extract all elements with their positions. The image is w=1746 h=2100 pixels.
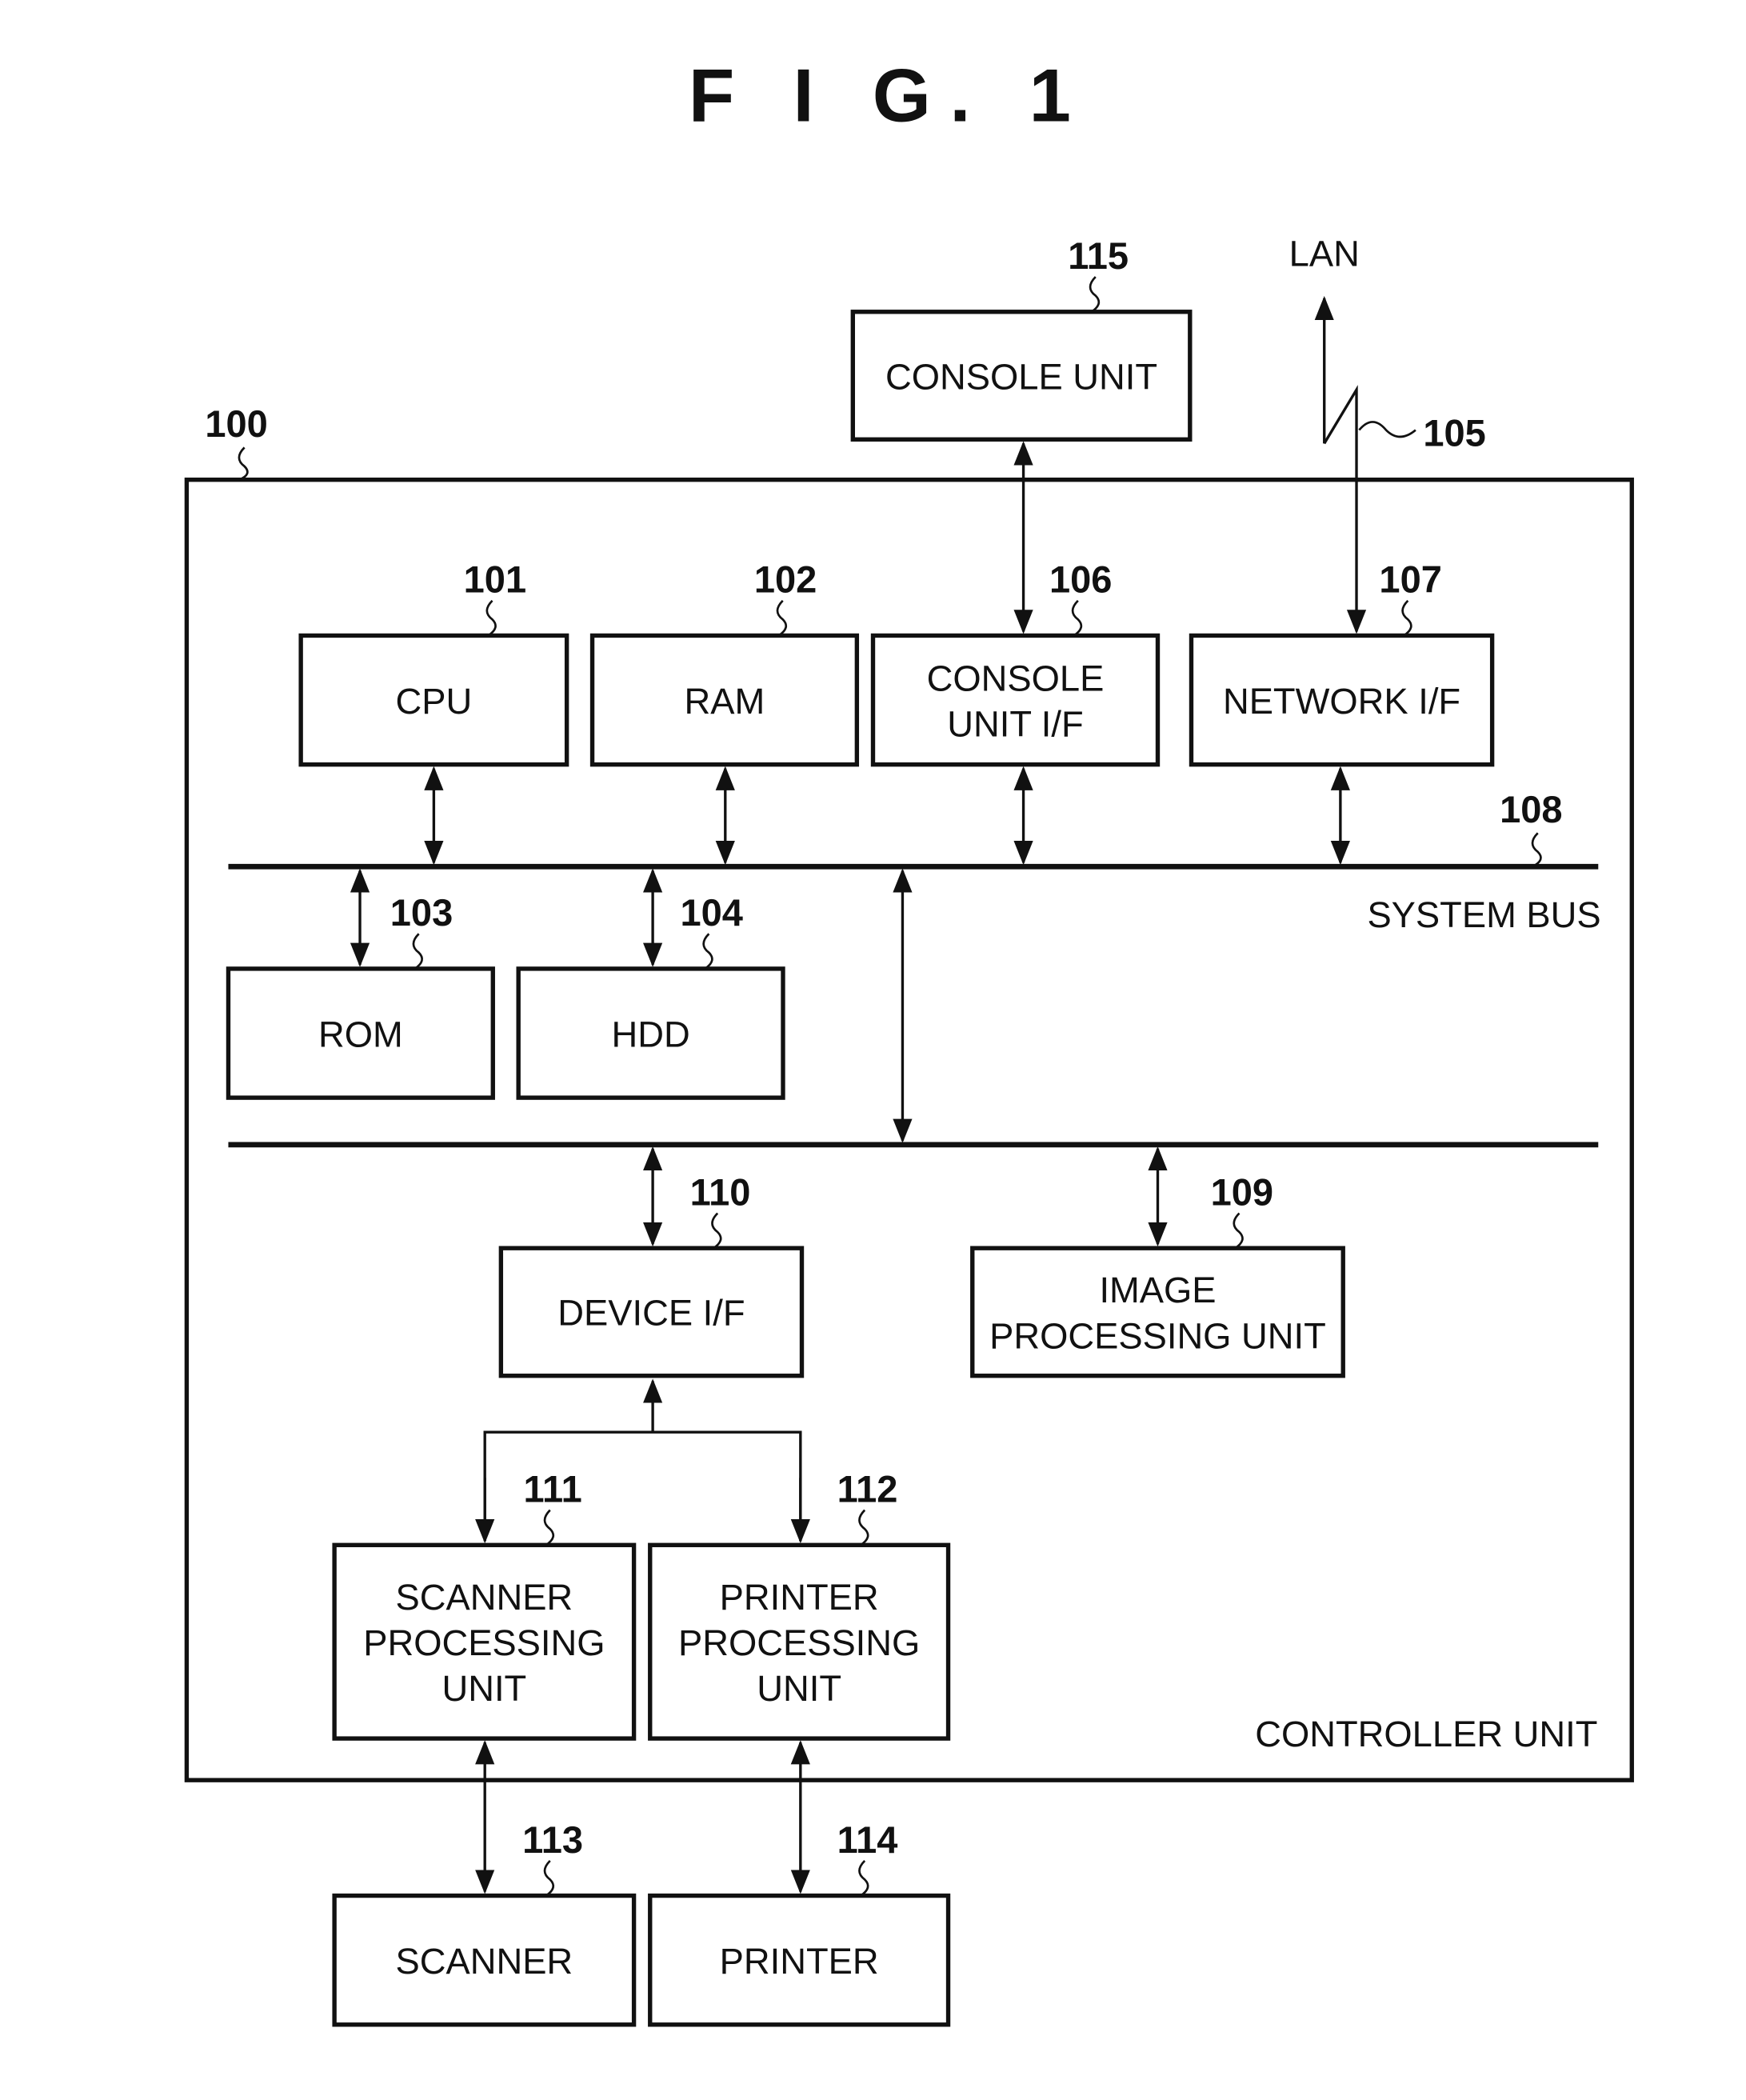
scanner-processing-unit-label-line: SCANNER [396,1577,573,1618]
ref-115: 115 [1068,234,1129,277]
printer-processing-unit-label-line: PROCESSING [678,1622,920,1663]
ref-108: 108 [1500,788,1562,830]
ref-106: 106 [1049,558,1112,601]
printer-label-line: PRINTER [720,1941,879,1982]
block-console-unit: CONSOLE UNIT 115 [850,234,1193,442]
scanner-label-line: SCANNER [396,1941,573,1982]
leader-115 [1089,276,1101,313]
lan-label: LAN [1289,234,1360,274]
image-processing-unit-box [970,1246,1345,1378]
ram-label-line: RAM [685,681,765,722]
ref-107: 107 [1379,558,1441,601]
ref-111: 111 [523,1468,581,1510]
leader-100 [238,446,249,481]
controller-unit-label: CONTROLLER UNIT [1255,1714,1597,1754]
cpu-label-line: CPU [396,681,473,722]
ref-101: 101 [464,558,526,601]
network-if-label-line: NETWORK I/F [1223,681,1460,722]
leader-113 [543,1859,555,1897]
ref-100: 100 [205,402,267,445]
image-processing-unit-label-line: PROCESSING UNIT [989,1315,1326,1356]
hdd-label-line: HDD [611,1014,689,1054]
leader-105 [1358,421,1416,438]
ref-103: 103 [390,891,453,934]
console-unit-if-label-line: CONSOLE [927,658,1105,698]
ref-110: 110 [690,1170,751,1213]
block-diagram: F I G. 1 100 CONTROLLER UNIT 108 SYSTEM … [184,53,1634,2027]
ref-105: 105 [1423,412,1485,454]
ref-113: 113 [522,1818,583,1861]
scanner-processing-unit-label-line: PROCESSING [363,1622,605,1663]
printer-processing-unit-label-line: PRINTER [720,1577,879,1618]
ref-112: 112 [837,1468,898,1510]
leader-114 [858,1859,869,1897]
ref-114: 114 [837,1818,898,1861]
ref-109: 109 [1211,1170,1273,1213]
console-unit-label-line: CONSOLE UNIT [885,356,1157,397]
image-processing-unit-label-line: IMAGE [1099,1270,1216,1310]
printer-processing-unit-label-line: UNIT [757,1668,841,1709]
console-unit-if-label-line: UNIT I/F [947,703,1083,744]
figure-title: F I G. 1 [689,53,1090,137]
ref-104: 104 [681,891,743,934]
scanner-processing-unit-label-line: UNIT [441,1668,526,1709]
system-bus-label: SYSTEM BUS [1367,894,1600,935]
rom-label-line: ROM [318,1014,403,1054]
console-unit-if-box [870,633,1161,767]
ref-102: 102 [754,558,817,601]
device-if-label-line: DEVICE I/F [557,1293,745,1334]
